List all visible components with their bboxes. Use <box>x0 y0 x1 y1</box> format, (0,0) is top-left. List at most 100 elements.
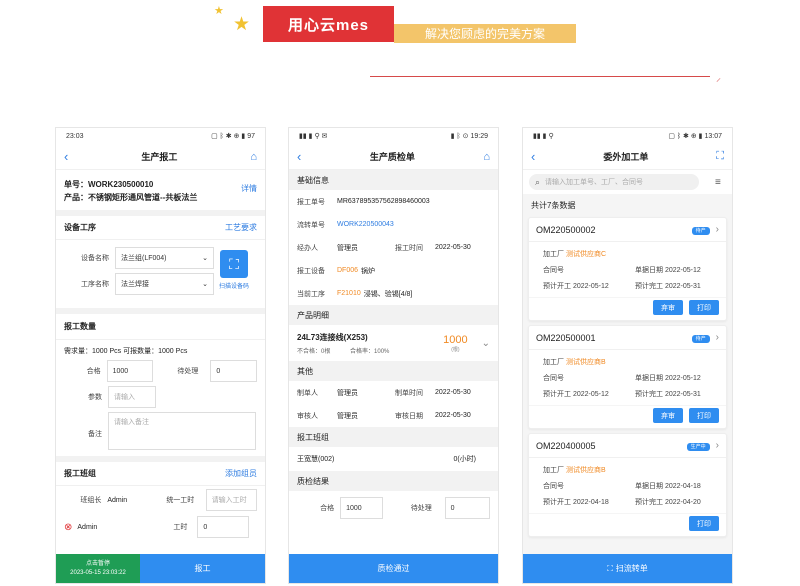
ok-input[interactable]: 1000 <box>340 497 383 519</box>
product-row[interactable]: 24L73连接线(X253) 不合格：0根 合格率：100% 1000 (根) … <box>289 325 498 361</box>
equip-code: DF006 <box>337 267 359 274</box>
equip-section-title: 设备工序 <box>64 223 96 232</box>
status-signal: ▮▮ ▮ ⚲ ✉ <box>299 133 328 140</box>
product-qty: 1000 <box>443 333 468 346</box>
param-input[interactable]: 请输入 <box>108 386 156 408</box>
doc-date-label: 单据日期 <box>635 375 663 382</box>
auditor-label: 审核人 <box>297 412 318 420</box>
print-button[interactable]: 打印 <box>689 300 719 315</box>
handler-label: 经办人 <box>297 244 318 252</box>
factory-value: 测试供应商B <box>565 467 606 474</box>
order-card[interactable]: OM220500001 待产 › 加工厂 测试供应商B 合同号 单据日期 2022-05-… <box>528 325 727 429</box>
param-placeholder: 请输入 <box>114 394 135 401</box>
basic-section-title: 基础信息 <box>289 170 498 190</box>
pending-input[interactable]: 0 <box>210 360 258 382</box>
divider-mark: ⸝ <box>716 73 721 84</box>
process-name-select[interactable]: 法兰焊接 ⌄ <box>115 273 214 295</box>
maker-value: 管理员 <box>337 389 358 397</box>
scan-equip-button[interactable]: ⛶ 扫描设备码 <box>219 250 249 290</box>
equip-fields: 设备名称 法兰组(LF004) ⌄ 工序名称 法兰焊接 ⌄ ⛶ 扫描设备码 <box>56 240 265 302</box>
back-icon[interactable]: ‹ <box>297 149 301 164</box>
process-req-link[interactable]: 工艺要求 <box>225 222 257 233</box>
demand-text: 需求量：1000 Pcs 可报数量：1000 Pcs <box>64 348 188 355</box>
report-no-value: MR637895357562898460003 <box>337 198 430 205</box>
search-input[interactable]: ⌕ 请输入加工单号、工厂、合同号 <box>529 174 699 190</box>
factory-label: 加工厂 <box>543 467 564 474</box>
team-hours: 0(小时) <box>453 456 476 463</box>
scan-flow-button[interactable]: ⛶ 扫流转单 <box>523 554 732 583</box>
scan-icon[interactable]: ⛶ <box>716 150 724 163</box>
report-time-value: 2022-05-30 <box>435 244 471 251</box>
flow-no-link[interactable]: WORK220500043 <box>337 221 394 228</box>
phone-production-report: 23:03 ▢ ᛒ ✱ ⊕ ▮ 97 ‹ 生产报工 ⌂ 单号：WORK23050… <box>55 127 266 584</box>
pass-inspection-button[interactable]: 质检通过 <box>289 554 498 583</box>
equip-name-select[interactable]: 法兰组(LF004) ⌄ <box>115 247 214 269</box>
menu-icon[interactable]: ≡ <box>715 177 721 188</box>
team-section-header: 报工班组 添加组员 <box>56 462 265 486</box>
plan-start-label: 预计开工 <box>543 499 571 506</box>
report-no-label: 报工单号 <box>297 198 325 206</box>
back-icon[interactable]: ‹ <box>531 149 535 164</box>
status-badge: 待产 <box>691 227 710 235</box>
team-member: 王宽慧(002) <box>297 456 335 463</box>
contract-label: 合同号 <box>543 483 564 490</box>
pending-input[interactable]: 0 <box>444 497 490 519</box>
ok-label: 合格 <box>320 505 335 512</box>
remove-member-icon[interactable]: ⊗ <box>64 522 72 533</box>
ok-label: 合格 <box>86 368 101 375</box>
add-member-link[interactable]: 添加组员 <box>225 468 257 479</box>
doc-date-label: 单据日期 <box>635 267 663 274</box>
chevron-down-icon[interactable]: ⌄ <box>482 338 490 349</box>
other-section-title: 其他 <box>289 361 498 381</box>
chevron-right-icon[interactable]: › <box>716 224 719 235</box>
order-no: OM220400005 <box>536 440 596 451</box>
star-icon: ★ <box>233 14 251 35</box>
home-icon[interactable]: ⌂ <box>250 151 257 163</box>
doc-date-value: 2022-04-18 <box>664 483 701 490</box>
audit-date-value: 2022-05-30 <box>435 412 471 419</box>
phone-outsource-order: ▮▮ ▮ ⚲ ▢ ᛒ ✱ ⊕ ▮ 13:07 ‹ 委外加工单 ⛶ ⌕ 请输入加工… <box>522 127 733 584</box>
remark-textarea[interactable]: 请输入备注 <box>108 412 256 450</box>
status-bar: ▮▮ ▮ ⚲ ✉ ▮ ᛒ ⊙ 19:29 <box>289 128 498 144</box>
ok-input[interactable]: 1000 <box>106 360 154 382</box>
doc-date-value: 2022-05-12 <box>664 375 701 382</box>
factory-label: 加工厂 <box>543 251 564 258</box>
product-unit: (根) <box>451 346 460 353</box>
bottom-bar: 点击暂停 2023-05-15 23:03:22 报工 <box>56 554 265 583</box>
status-bar: 23:03 ▢ ᛒ ✱ ⊕ ▮ 97 <box>56 128 265 144</box>
pause-label: 点击暂停 <box>85 560 110 567</box>
discard-button[interactable]: 弃审 <box>653 408 683 423</box>
print-button[interactable]: 打印 <box>689 408 719 423</box>
chevron-right-icon[interactable]: › <box>716 332 719 343</box>
chevron-down-icon: ⌄ <box>202 281 208 288</box>
order-card[interactable]: OM220400005 生产中 › 加工厂 测试供应商B 合同号 单据日期 2022-04… <box>528 433 727 537</box>
back-icon[interactable]: ‹ <box>64 149 68 164</box>
equip-name-label: 设备名称 <box>81 255 109 262</box>
order-label: 单号： <box>64 180 88 189</box>
order-info: 单号：WORK230500010 产品：不锈钢矩形通风管道--共板法兰 详情 <box>56 170 265 216</box>
product-name: 不锈钢矩形通风管道--共板法兰 <box>88 193 198 202</box>
unified-hours-input[interactable]: 请输入工时 <box>205 489 257 511</box>
order-card[interactable]: OM220500002 待产 › 加工厂 测试供应商C 合同号 单据日期 2022-05-… <box>528 217 727 321</box>
print-button[interactable]: 打印 <box>689 516 719 531</box>
product-name: 24L73连接线(X253) <box>297 332 368 342</box>
chevron-right-icon[interactable]: › <box>716 440 719 451</box>
submit-report-button[interactable]: 报工 <box>140 554 265 583</box>
hours-input[interactable]: 0 <box>197 516 250 538</box>
auditor-value: 管理员 <box>337 412 358 420</box>
plan-start-value: 2022-04-18 <box>572 499 609 506</box>
unified-hours-label: 统一工时 <box>166 497 195 504</box>
status-time: 13:07 <box>704 133 722 140</box>
pause-button[interactable]: 点击暂停 2023-05-15 23:03:22 <box>56 554 140 583</box>
order-no: OM220500002 <box>536 224 596 235</box>
status-signal: ▮▮ ▮ ⚲ <box>533 133 554 140</box>
home-icon[interactable]: ⌂ <box>483 151 490 163</box>
detail-link[interactable]: 详情 <box>241 183 257 204</box>
status-badge: 待产 <box>691 335 710 343</box>
discard-button[interactable]: 弃审 <box>653 300 683 315</box>
bottom-bar: 质检通过 <box>289 554 498 583</box>
doc-date-label: 单据日期 <box>635 483 663 490</box>
pending-value: 0 <box>450 504 455 512</box>
make-time-label: 制单时间 <box>395 389 423 397</box>
plan-end-label: 预计完工 <box>635 283 663 290</box>
